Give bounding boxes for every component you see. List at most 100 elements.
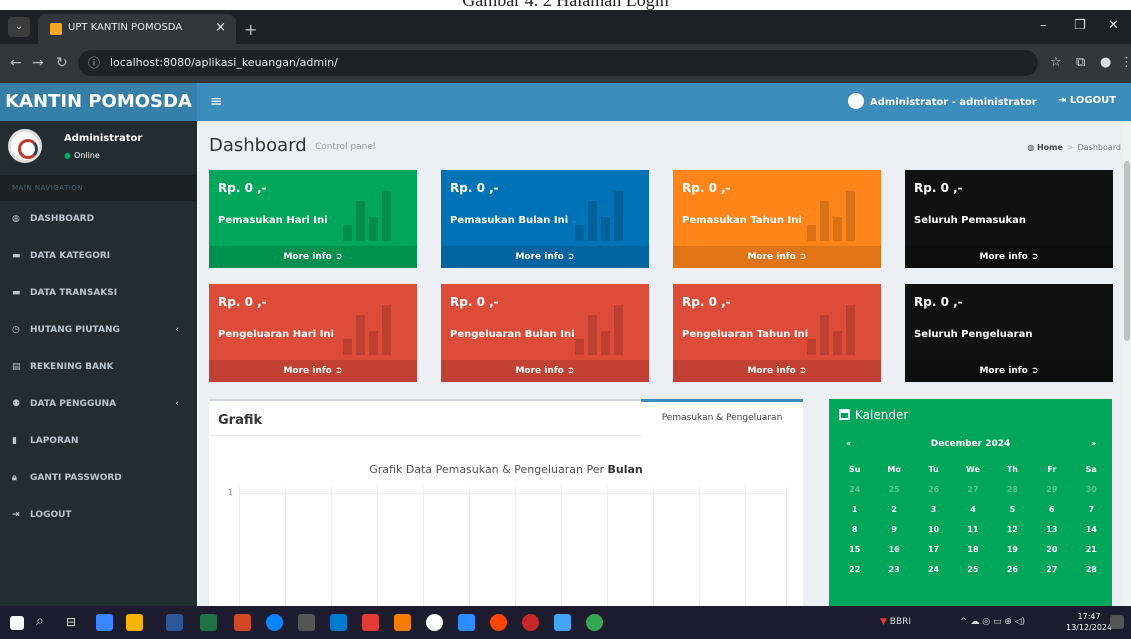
more-info-link[interactable]: More info ➲ — [441, 246, 649, 268]
extensions-icon[interactable]: ⧉ — [1076, 55, 1085, 70]
calendar-day[interactable]: 22 — [835, 559, 874, 579]
app-icon[interactable] — [522, 614, 539, 631]
more-info-link[interactable]: More info ➲ — [905, 360, 1113, 382]
calendar-day[interactable]: 12 — [993, 519, 1032, 539]
calendar-day[interactable]: 1 — [835, 499, 874, 519]
more-info-link[interactable]: More info ➲ — [905, 246, 1113, 268]
calendar-day[interactable]: 25 — [874, 479, 913, 499]
header-logout-button[interactable]: ⇥ LOGOUT — [1058, 95, 1116, 106]
profile-icon[interactable]: ● — [1100, 55, 1111, 70]
more-info-link[interactable]: More info ➲ — [209, 360, 417, 382]
excel-icon[interactable] — [200, 614, 217, 631]
app-icon[interactable] — [554, 614, 571, 631]
brand-logo[interactable]: KANTIN POMOSDA — [0, 83, 197, 121]
calendar-day[interactable]: 10 — [914, 519, 953, 539]
more-info-link[interactable]: More info ➲ — [209, 246, 417, 268]
calendar-day[interactable]: 23 — [874, 559, 913, 579]
system-tray-icons[interactable]: ^ ☁ ◎ ▭ ⊕ ◁) — [960, 617, 1025, 627]
word-icon[interactable] — [166, 614, 183, 631]
edge-icon[interactable] — [266, 614, 283, 631]
stock-widget[interactable]: ▼ BBRI — [880, 617, 911, 627]
breadcrumb-home[interactable]: ◍ Home — [1027, 143, 1062, 152]
file-explorer-icon[interactable] — [126, 614, 143, 631]
sidebar-item-dashboard[interactable]: ◍ DASHBOARD — [0, 201, 197, 238]
calendar-day[interactable]: 20 — [1032, 539, 1071, 559]
sidebar-item-logout[interactable]: ⇥ LOGOUT — [0, 497, 197, 534]
calendar-day[interactable]: 24 — [914, 559, 953, 579]
site-info-icon[interactable]: ⓘ — [88, 50, 100, 76]
calendar-day[interactable]: 28 — [993, 479, 1032, 499]
calendar-day[interactable]: 13 — [1032, 519, 1071, 539]
calendar-day[interactable]: 21 — [1072, 539, 1111, 559]
windows-start-icon[interactable] — [10, 616, 24, 630]
media-icon[interactable] — [362, 614, 379, 631]
powerpoint-icon[interactable] — [234, 614, 251, 631]
tab-search-button[interactable]: ⌄ — [8, 17, 30, 37]
minimize-icon[interactable]: – — [1040, 18, 1047, 33]
copilot-icon[interactable] — [96, 614, 113, 631]
sidebar-item-data-transaksi[interactable]: ▬ DATA TRANSAKSI — [0, 275, 197, 312]
more-info-link[interactable]: More info ➲ — [673, 246, 881, 268]
calendar-day[interactable]: 4 — [953, 499, 992, 519]
sidebar-item-hutang-piutang[interactable]: ◷ HUTANG PIUTANG ‹ — [0, 312, 197, 349]
user-menu[interactable]: Administrator - administrator — [848, 93, 1037, 110]
page-scrollbar[interactable] — [1123, 121, 1131, 606]
calendar-month[interactable]: December 2024 — [829, 439, 1112, 449]
sidebar-item-ganti-password[interactable]: 🔒︎ GANTI PASSWORD — [0, 460, 197, 497]
calendar-day[interactable]: 14 — [1072, 519, 1111, 539]
calendar-day[interactable]: 26 — [914, 479, 953, 499]
system-clock[interactable]: 17:47 13/12/2024 — [1066, 611, 1112, 633]
calendar-day[interactable]: 17 — [914, 539, 953, 559]
bookmark-star-icon[interactable]: ☆ — [1050, 55, 1062, 70]
browser-tab[interactable]: UPT KANTIN POMOSDA × — [38, 14, 236, 44]
calendar-day[interactable]: 9 — [874, 519, 913, 539]
calendar-day[interactable]: 16 — [874, 539, 913, 559]
scrollbar-thumb[interactable] — [1124, 161, 1130, 341]
tab-pemasukan-pengeluaran[interactable]: Pemasukan & Pengeluaran — [641, 399, 803, 435]
vscode-icon[interactable] — [330, 614, 347, 631]
calendar-day[interactable]: 28 — [1072, 559, 1111, 579]
calendar-day[interactable]: 19 — [993, 539, 1032, 559]
back-icon[interactable]: ← — [10, 55, 22, 71]
search-icon[interactable]: ⌕ — [36, 613, 44, 629]
new-tab-icon[interactable]: + — [244, 20, 257, 39]
calendar-day[interactable]: 30 — [1072, 479, 1111, 499]
app-icon[interactable] — [426, 614, 443, 631]
app-icon[interactable] — [298, 614, 315, 631]
reload-icon[interactable]: ↻ — [56, 55, 68, 71]
more-info-link[interactable]: More info ➲ — [673, 360, 881, 382]
address-bar[interactable]: ⓘ localhost:8080/aplikasi_keuangan/admin… — [78, 50, 1038, 76]
sidebar-toggle-icon[interactable]: ≡ — [210, 92, 223, 110]
calendar-day[interactable]: 27 — [1032, 559, 1071, 579]
calendar-day[interactable]: 6 — [1032, 499, 1071, 519]
notification-icon[interactable] — [1110, 615, 1124, 629]
calendar-day[interactable]: 8 — [835, 519, 874, 539]
close-tab-icon[interactable]: × — [215, 20, 226, 35]
xampp-icon[interactable] — [394, 614, 411, 631]
calendar-day[interactable]: 11 — [953, 519, 992, 539]
calendar-day[interactable]: 29 — [1032, 479, 1071, 499]
calendar-day[interactable]: 26 — [993, 559, 1032, 579]
close-window-icon[interactable]: ✕ — [1108, 18, 1119, 33]
calendar-day[interactable]: 7 — [1072, 499, 1111, 519]
more-info-link[interactable]: More info ➲ — [441, 360, 649, 382]
sidebar-item-data-kategori[interactable]: ▬ DATA KATEGORI — [0, 238, 197, 275]
browser-menu-icon[interactable]: ⋮ — [1120, 55, 1131, 70]
sidebar-item-rekening-bank[interactable]: ▤ REKENING BANK — [0, 349, 197, 386]
restore-icon[interactable]: ❐ — [1074, 18, 1086, 33]
sidebar-item-laporan[interactable]: ▮ LAPORAN — [0, 423, 197, 460]
forward-icon[interactable]: → — [32, 55, 44, 71]
calendar-day[interactable]: 2 — [874, 499, 913, 519]
calendar-day[interactable]: 15 — [835, 539, 874, 559]
calendar-day[interactable]: 24 — [835, 479, 874, 499]
sidebar-item-data-pengguna[interactable]: ⚉ DATA PENGGUNA ‹ — [0, 386, 197, 423]
app-icon[interactable] — [490, 614, 507, 631]
next-month-button[interactable]: » — [1091, 439, 1096, 448]
calendar-day[interactable]: 25 — [953, 559, 992, 579]
calendar-day[interactable]: 18 — [953, 539, 992, 559]
calendar-day[interactable]: 3 — [914, 499, 953, 519]
zoom-icon[interactable] — [458, 614, 475, 631]
chrome-icon[interactable] — [586, 614, 603, 631]
task-view-icon[interactable]: ⊟ — [66, 615, 76, 629]
calendar-day[interactable]: 27 — [953, 479, 992, 499]
